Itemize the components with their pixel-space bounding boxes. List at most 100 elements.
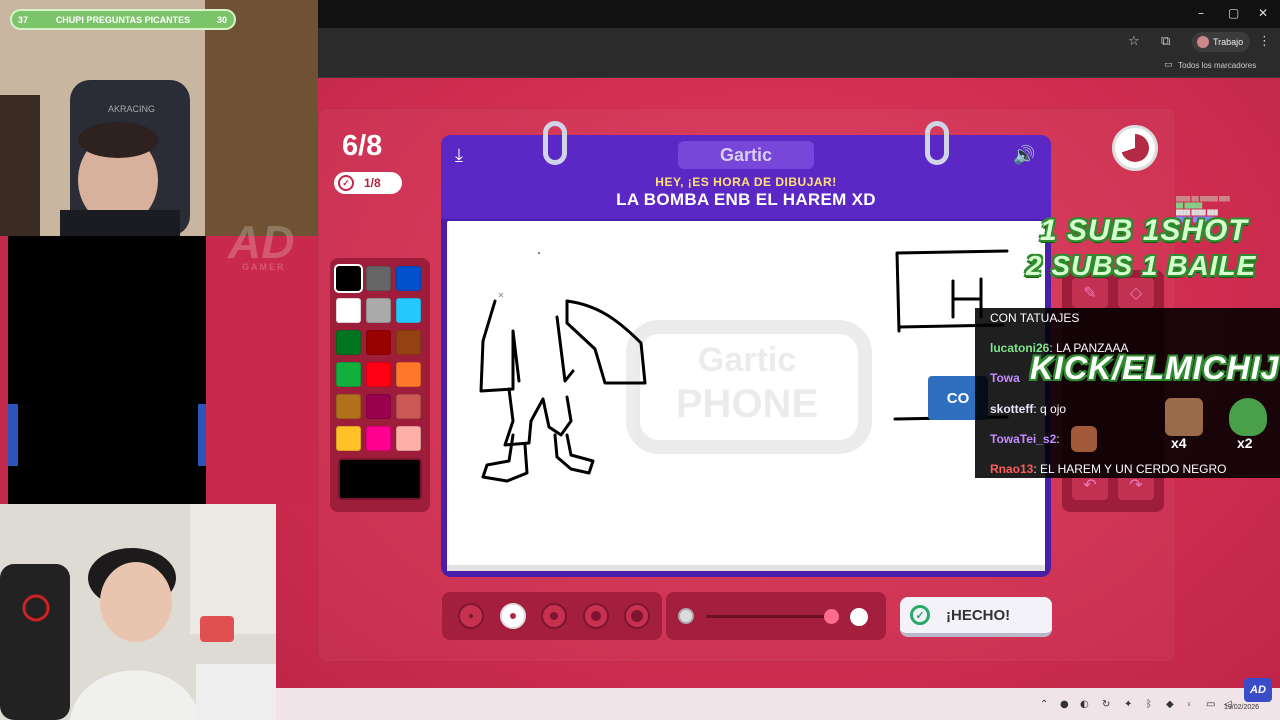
screen: – ▢ ✕ ☆ ⧉ ⋮ Trabajo ▭ Todos los marcador…: [0, 0, 1280, 720]
color-swatch[interactable]: [336, 362, 361, 387]
color-swatch[interactable]: [336, 330, 361, 355]
brush-size-button[interactable]: [458, 603, 484, 629]
brush-size-dot: [469, 614, 473, 618]
brush-size-dot: [631, 610, 643, 622]
color-swatch[interactable]: [366, 266, 391, 291]
taskbar-date: 19/02/2026: [1224, 704, 1260, 711]
avatar: [1197, 36, 1209, 48]
canvas-edge: [447, 565, 1045, 571]
poll-bar: 37 CHUPI PREGUNTAS PICANTES 30: [10, 9, 236, 30]
sub-goal-line1: 1 SUB 1SHOT: [1040, 214, 1248, 247]
color-swatch[interactable]: [396, 394, 421, 419]
volume-icon[interactable]: 🔊: [1013, 145, 1035, 166]
watermark-line1: Gartic: [698, 341, 796, 379]
emote-icon: [1165, 398, 1203, 436]
chat-overlay: CON TATUAJES lucatoni26: LA PANZAAA Towa…: [975, 308, 1280, 478]
opacity-tray: [666, 592, 886, 640]
timer: [1112, 125, 1158, 171]
color-swatch[interactable]: [396, 298, 421, 323]
eraser-tool-button[interactable]: ◇: [1118, 278, 1154, 308]
browser-toolbar: ☆ ⧉ ⋮: [318, 28, 1280, 56]
color-swatch[interactable]: [396, 362, 421, 387]
folder-icon: ▭: [1164, 60, 1173, 70]
color-swatch[interactable]: [336, 426, 361, 451]
current-color-preview: [338, 458, 422, 500]
drawing-board: Gartic ⤓ 🔊 HEY, ¡ES HORA DE DIBUJAR! LA …: [441, 121, 1051, 577]
app-tray-icon[interactable]: ●: [1060, 699, 1069, 710]
done-label: ¡HECHO!: [946, 606, 1011, 624]
pen-tool-button[interactable]: ✎: [1072, 278, 1108, 308]
poll-right-count: 30: [216, 15, 227, 25]
watermark-line2: PHONE: [676, 382, 818, 426]
channel-logo: AD: [1244, 678, 1272, 702]
brush-size-button[interactable]: [541, 603, 567, 629]
color-palette: [330, 258, 430, 512]
submitted-count: 1/8: [364, 176, 381, 190]
app-tray-icon[interactable]: ◐: [1080, 699, 1089, 710]
color-swatch[interactable]: [396, 426, 421, 451]
poll-title: CHUPI PREGUNTAS PICANTES: [55, 15, 191, 25]
pepe-emote-icon: [1229, 398, 1267, 436]
color-swatch[interactable]: [366, 426, 391, 451]
color-swatch[interactable]: [366, 330, 391, 355]
guest-webcam-image: [0, 504, 276, 720]
webcam-image: AKRACING: [0, 0, 318, 236]
brush-size-button[interactable]: [499, 603, 526, 629]
color-swatch[interactable]: [396, 330, 421, 355]
color-swatch[interactable]: [366, 298, 391, 323]
black-panel: [8, 236, 206, 504]
close-window-button[interactable]: ✕: [1258, 6, 1268, 20]
brush-size-button[interactable]: [624, 603, 650, 629]
sub-goal-line2: 2 SUBS 1 BAILE: [1026, 250, 1257, 281]
opacity-max-icon: [850, 608, 868, 626]
brush-size-dot: [550, 612, 558, 620]
profile-label: Trabajo: [1213, 37, 1244, 47]
bluetooth-icon[interactable]: ᛒ: [1146, 699, 1152, 710]
color-swatch[interactable]: [366, 394, 391, 419]
bookmarks-bar: [318, 56, 1280, 78]
instruction-subtitle: HEY, ¡ES HORA DE DIBUJAR!: [655, 175, 837, 189]
done-button[interactable]: ✓ ¡HECHO!: [900, 597, 1052, 637]
download-icon[interactable]: ⤓: [455, 145, 463, 166]
color-swatch[interactable]: [336, 394, 361, 419]
binder-ring-left: [543, 121, 567, 165]
opacity-slider-track[interactable]: [706, 615, 836, 618]
streamer-webcam: AKRACING 37 CHUPI PREGUNTAS PICANTES 30: [0, 0, 318, 236]
chat-message: skotteff: q ojo: [990, 402, 1067, 416]
timer-fill: [1121, 134, 1149, 162]
chat-message: TowaTei_s2:: [990, 432, 1060, 446]
minimize-button[interactable]: –: [1198, 6, 1204, 20]
sync-icon[interactable]: ↻: [1102, 699, 1110, 710]
extensions-icon[interactable]: ⧉: [1161, 34, 1170, 49]
maximize-button[interactable]: ▢: [1228, 6, 1239, 20]
opacity-slider-knob[interactable]: [824, 609, 839, 624]
chat-message: Towa: [990, 371, 1020, 385]
brush-size-tray: [442, 592, 662, 640]
all-bookmarks-link[interactable]: Todos los marcadores: [1178, 61, 1256, 70]
bookmark-star-icon[interactable]: ☆: [1128, 34, 1140, 49]
app-tray-icon[interactable]: ◆: [1166, 699, 1174, 710]
round-counter: 6/8: [342, 130, 383, 162]
monitor-icon[interactable]: ▭: [1206, 699, 1215, 710]
prompt-text: LA BOMBA ENB EL HAREM XD: [616, 190, 876, 209]
game-edge-right: [206, 236, 318, 504]
more-menu-icon[interactable]: ⋮: [1258, 34, 1271, 49]
chat-message: Rnao13: EL HAREM Y UN CERDO NEGRO: [990, 462, 1227, 476]
app-tray-icon[interactable]: ✦: [1124, 699, 1132, 710]
taskbar: ⌃ ● ◐ ↻ ✦ ᛒ ◆ ⍤ ▭ ◁: [276, 688, 1280, 720]
check-icon: ✓: [910, 605, 930, 625]
game-edge: [0, 236, 8, 504]
brush-size-button[interactable]: [582, 603, 609, 629]
channel-watermark: AD: [228, 216, 295, 268]
svg-text:AKRACING: AKRACING: [108, 104, 155, 114]
browser-titlebar: – ▢ ✕: [318, 0, 1280, 28]
color-swatch[interactable]: [396, 266, 421, 291]
color-swatch[interactable]: [366, 362, 391, 387]
gartic-logo: Gartic: [678, 141, 814, 169]
chevron-up-icon[interactable]: ⌃: [1040, 699, 1048, 710]
emote-icon: [1071, 426, 1097, 452]
mic-icon[interactable]: ⍤: [1186, 699, 1192, 710]
color-swatch[interactable]: [334, 264, 363, 293]
profile-button[interactable]: Trabajo: [1192, 32, 1250, 52]
color-swatch[interactable]: [336, 298, 361, 323]
